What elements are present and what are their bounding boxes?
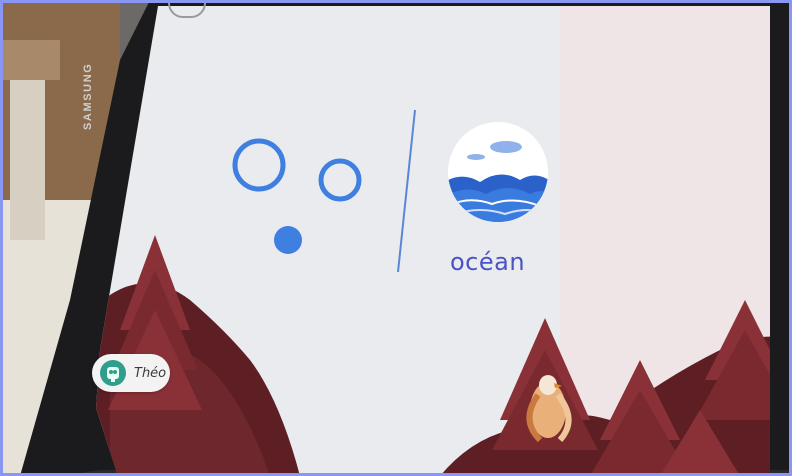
lesson-word: océan — [450, 248, 526, 276]
owl-avatar-icon — [100, 360, 126, 386]
profile-chip[interactable]: Théo — [92, 354, 170, 392]
app-screen — [96, 6, 770, 476]
profile-name: Théo — [134, 365, 167, 381]
